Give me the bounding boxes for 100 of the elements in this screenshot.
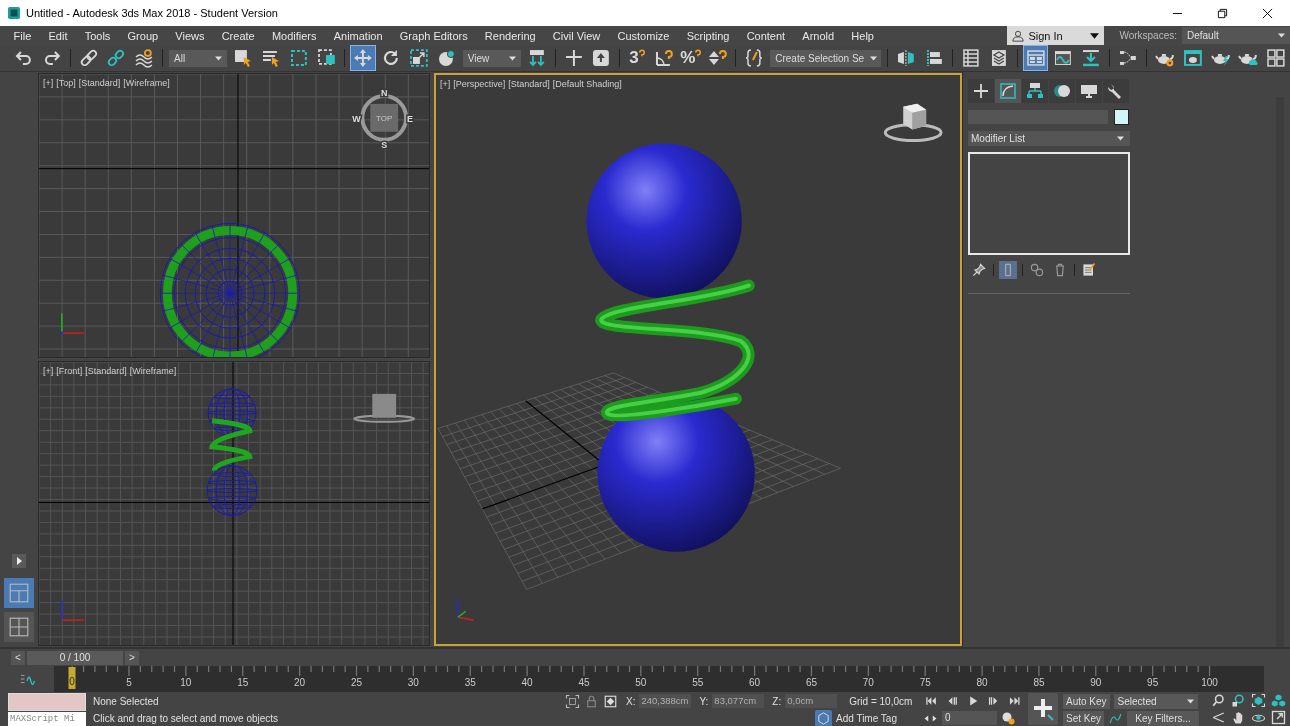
next-frame-button[interactable]: >	[125, 650, 139, 665]
viewcube-drawing[interactable]	[353, 393, 416, 423]
field-of-view-icon[interactable]	[1211, 710, 1226, 725]
viewport-menu-label[interactable]: [Wireframe]	[123, 78, 170, 88]
circles-outline-icon[interactable]	[1028, 261, 1046, 279]
plus-key-icon[interactable]	[1028, 693, 1058, 725]
viewport-menu-label[interactable]: [+]	[440, 79, 451, 89]
menu-item[interactable]: Civil View	[544, 29, 609, 42]
maxscript-listener-field[interactable]	[8, 693, 86, 711]
pin-icon[interactable]	[970, 261, 988, 279]
restore-icon[interactable]	[1217, 7, 1228, 19]
viewport-menu-label[interactable]: [+]	[43, 78, 54, 88]
menu-item[interactable]: Views	[166, 29, 214, 42]
auto-key-button[interactable]: Auto Key	[1063, 693, 1110, 709]
modifier-list-dropdown[interactable]: Modifier List	[968, 131, 1130, 146]
skip-end-icon[interactable]	[1008, 694, 1021, 708]
key-filters-button[interactable]: Key Filters...	[1127, 710, 1200, 726]
workspaces-dropdown[interactable]: Default	[1182, 27, 1290, 44]
skip-start-icon[interactable]	[925, 694, 938, 708]
curve-editor-icon[interactable]	[20, 673, 38, 685]
viewport-menu-label[interactable]: [Top]	[56, 78, 76, 88]
snap-toggle[interactable]: %	[677, 46, 704, 70]
snap-toggle[interactable]: 3	[624, 46, 650, 70]
timeline-ruler[interactable]: 0 5 10 15 20 25 30 35 40 45 50 55 60 65 70 75 80 85 90 95 100	[54, 666, 1264, 692]
viewport-menu-label[interactable]: [Standard]	[78, 78, 121, 88]
panel-layout-icon[interactable]	[1022, 45, 1049, 71]
key-mode-dropdown[interactable]: Selected	[1113, 693, 1198, 709]
time-slider-marker[interactable]: 0	[68, 667, 76, 689]
search-icon[interactable]	[1211, 693, 1226, 708]
current-frame-field[interactable]: 0	[942, 711, 997, 725]
time-slider-thumb[interactable]: 0 / 100	[27, 650, 123, 665]
maxscript-mini-listener[interactable]: MAXScript Mi	[8, 712, 86, 726]
object-color-swatch[interactable]	[1114, 109, 1129, 125]
frame-number: 45	[578, 677, 590, 688]
coordinate-field[interactable]: 83,077cm	[712, 694, 765, 708]
close-icon[interactable]	[1262, 7, 1273, 19]
viewport-menu-label[interactable]: [Standard]	[85, 366, 127, 376]
menu-item[interactable]: Rendering	[476, 29, 545, 42]
layout-icon	[8, 582, 30, 604]
target-icon[interactable]	[603, 693, 618, 709]
set-key-button[interactable]: Set Key	[1063, 710, 1105, 726]
coordinate-axis-label: Z:	[772, 695, 782, 707]
maximize-icon[interactable]	[1271, 710, 1286, 725]
viewport[interactable]: [+] [Front] [Standard] [Wireframe]	[38, 361, 430, 646]
compass-letter: E	[407, 113, 414, 124]
frame-number: 35	[464, 677, 476, 688]
hierarchy-icon[interactable]	[1022, 79, 1048, 103]
coordinate-field[interactable]: 240,388cm	[639, 694, 692, 708]
menu-item[interactable]: Scripting	[678, 29, 739, 42]
menu-item[interactable]: Group	[118, 29, 167, 42]
frame-number: 10	[180, 677, 192, 688]
coordinate-field[interactable]: 0,0cm	[785, 694, 838, 708]
previous-frame-button[interactable]: <	[11, 650, 25, 665]
frame-number: 25	[350, 677, 363, 688]
play-icon[interactable]	[12, 554, 26, 568]
frame-number: 100	[1201, 677, 1218, 688]
wrench-icon[interactable]	[1103, 79, 1129, 103]
viewport-menu-label[interactable]: [Wireframe]	[129, 366, 177, 376]
hook-icon	[638, 49, 645, 59]
monitor-icon[interactable]	[1076, 79, 1102, 103]
viewport-menu-label[interactable]: [Perspective]	[453, 79, 506, 89]
frame-number: 60	[749, 677, 761, 688]
clock-gear-icon[interactable]	[1001, 710, 1016, 726]
cubes-icon[interactable]	[1271, 693, 1286, 708]
curve-square-icon[interactable]	[995, 79, 1021, 103]
menu-item[interactable]: Tools	[76, 29, 119, 42]
sign-in-dropdown[interactable]: Sign In	[1007, 26, 1105, 45]
zoom-all-icon[interactable]	[1231, 693, 1246, 708]
add-time-tag-label[interactable]: Add Time Tag	[836, 713, 897, 724]
menu-item[interactable]: Modifiers	[263, 29, 326, 42]
menu-item[interactable]: Graph Editors	[391, 29, 477, 42]
workspaces-label: Workspaces:	[1119, 30, 1177, 41]
toolbar-dropdown[interactable]: View	[462, 49, 521, 67]
toolbar-dropdown[interactable]: All	[169, 49, 228, 67]
toolbar-dropdown[interactable]: Create Selection Se	[770, 49, 882, 67]
plus-icon[interactable]	[968, 79, 994, 103]
circles-icon[interactable]	[1049, 79, 1075, 103]
menu-item[interactable]: File	[5, 29, 40, 42]
menu-item[interactable]: Arnold	[793, 29, 843, 42]
viewcube-drawing[interactable]	[883, 103, 943, 143]
menu-item[interactable]: Content	[738, 29, 794, 42]
frame-number: 90	[1090, 677, 1102, 688]
menu-item[interactable]: Animation	[325, 29, 392, 42]
menu-item[interactable]: Create	[213, 29, 264, 42]
dashed-frame-icon[interactable]	[565, 693, 580, 709]
viewport-menu-label[interactable]: [Standard]	[508, 79, 550, 89]
viewport[interactable]: [+] [Perspective] [Standard] [Default Shading]	[434, 73, 962, 646]
viewport-menu-label[interactable]: [Front]	[56, 366, 83, 376]
move-icon[interactable]	[350, 45, 377, 71]
cube-frame-icon[interactable]	[1251, 693, 1266, 708]
viewport-menu-label[interactable]: [+]	[43, 366, 54, 376]
caret-icon	[870, 55, 878, 61]
viewport-menu-label[interactable]: [Default Shading]	[552, 79, 622, 89]
menu-item[interactable]: Edit	[39, 29, 77, 42]
cube-tag-icon[interactable]	[815, 710, 832, 726]
edit-sheet-icon[interactable]	[1080, 261, 1098, 279]
viewport-layout-button[interactable]	[4, 612, 34, 642]
menu-item[interactable]: Customize	[608, 29, 679, 42]
menu-item[interactable]: Help	[842, 29, 883, 42]
modifier-stack-list[interactable]	[968, 152, 1130, 255]
